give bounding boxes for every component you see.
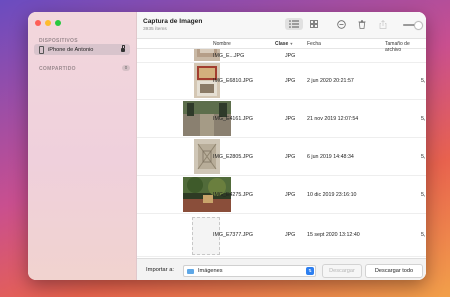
zoom-button[interactable]	[55, 20, 61, 26]
sidebar-item-label: iPhone de Antonio	[48, 46, 94, 53]
column-date[interactable]: Fecha	[307, 41, 321, 47]
file-name: IMG_E2805.JPG	[213, 154, 254, 160]
file-name: IMG_E4275.JPG	[213, 192, 254, 198]
file-size: 5,	[421, 116, 426, 122]
file-date: 2 jun 2020 20:21:57	[307, 78, 354, 84]
table-row[interactable]: IMG_E4161.JPG JPG 21 nov 2019 12:07:54 5…	[137, 100, 426, 138]
file-kind: JPG	[285, 116, 296, 122]
column-header: Nombre Clase ▾ Fecha Tamaño de archivo	[137, 39, 426, 53]
file-date: 6 jun 2019 14:48:34	[307, 154, 354, 160]
sidebar: DISPOSITIVOS iPhone de Antonio COMPARTID…	[28, 12, 137, 280]
shared-count-badge: 0	[122, 65, 130, 71]
table-row[interactable]: IMG_E6810.JPG JPG 2 jun 2020 20:21:57 5,	[137, 62, 426, 100]
list-view-button[interactable]	[285, 18, 303, 30]
share-icon	[379, 19, 387, 29]
window-controls	[35, 20, 61, 26]
file-name: IMG_E6810.JPG	[213, 78, 254, 84]
file-size: 5,	[421, 192, 426, 198]
slider-knob[interactable]	[413, 21, 423, 30]
table-row[interactable]: IMG_E7377.JPG JPG 15 sept 2020 13:12:40 …	[137, 214, 426, 257]
column-kind[interactable]: Clase ▾	[275, 41, 292, 47]
file-date: 21 nov 2019 12:07:54	[307, 116, 359, 122]
image-capture-window: DISPOSITIVOS iPhone de Antonio COMPARTID…	[28, 12, 426, 280]
destination-value: Imágenes	[198, 268, 223, 274]
file-list: IMG_E...JPG JPG IMG_E6810.JPG JPG 2 jun …	[137, 49, 426, 257]
file-kind: JPG	[285, 232, 296, 238]
shared-section-title: COMPARTIDO	[39, 66, 76, 72]
sidebar-item-iphone[interactable]: iPhone de Antonio	[34, 44, 130, 55]
file-name: IMG_E7377.JPG	[213, 232, 254, 238]
destination-select[interactable]: Imágenes ⇅	[183, 265, 316, 277]
trash-icon	[358, 19, 366, 29]
chevron-down-icon: ▾	[290, 41, 293, 46]
table-row[interactable]: IMG_E4275.JPG JPG 10 dic 2019 23:16:10 5…	[137, 176, 426, 214]
window-title: Captura de Imagen	[143, 18, 203, 25]
file-kind: JPG	[285, 53, 296, 59]
table-row[interactable]: IMG_E2805.JPG JPG 6 jun 2019 14:48:34 5,	[137, 138, 426, 176]
chevron-updown-icon: ⇅	[306, 267, 314, 275]
iphone-icon	[39, 45, 44, 54]
rotate-button[interactable]	[332, 18, 350, 30]
folder-icon	[187, 268, 194, 274]
delete-button[interactable]	[353, 18, 371, 30]
thumbnail-size-slider[interactable]	[403, 21, 423, 30]
file-name: IMG_E...JPG	[213, 53, 245, 59]
toolbar: Captura de Imagen 3935 ítems	[137, 12, 426, 39]
file-kind: JPG	[285, 78, 296, 84]
file-date: 15 sept 2020 13:12:40	[307, 232, 360, 238]
file-name: IMG_E4161.JPG	[213, 116, 254, 122]
download-button[interactable]: Descargar	[322, 264, 362, 278]
file-kind: JPG	[285, 154, 296, 160]
column-name[interactable]: Nombre	[213, 41, 231, 47]
circle-minus-icon	[336, 19, 346, 29]
close-button[interactable]	[35, 20, 41, 26]
table-row[interactable]: IMG_E...JPG JPG	[137, 49, 426, 63]
lock-icon	[121, 45, 126, 52]
file-kind: JPG	[285, 192, 296, 198]
grid-view-icon	[310, 20, 318, 28]
download-all-button[interactable]: Descargar todo	[365, 264, 423, 278]
import-bar: Importar a: Imágenes ⇅ Descargar Descarg…	[137, 258, 426, 280]
import-label: Importar a:	[146, 267, 175, 273]
file-date: 10 dic 2019 23:16:10	[307, 192, 357, 198]
list-view-icon	[289, 20, 299, 28]
share-button[interactable]	[374, 18, 392, 30]
file-size: 5,	[421, 154, 426, 160]
main-pane: Captura de Imagen 3935 ítems Nombre Clas…	[137, 12, 426, 280]
grid-view-button[interactable]	[305, 18, 323, 30]
item-count: 3935 ítems	[143, 27, 167, 32]
minimize-button[interactable]	[45, 20, 51, 26]
file-size: 5,	[421, 78, 426, 84]
file-size: 5,	[421, 232, 426, 238]
